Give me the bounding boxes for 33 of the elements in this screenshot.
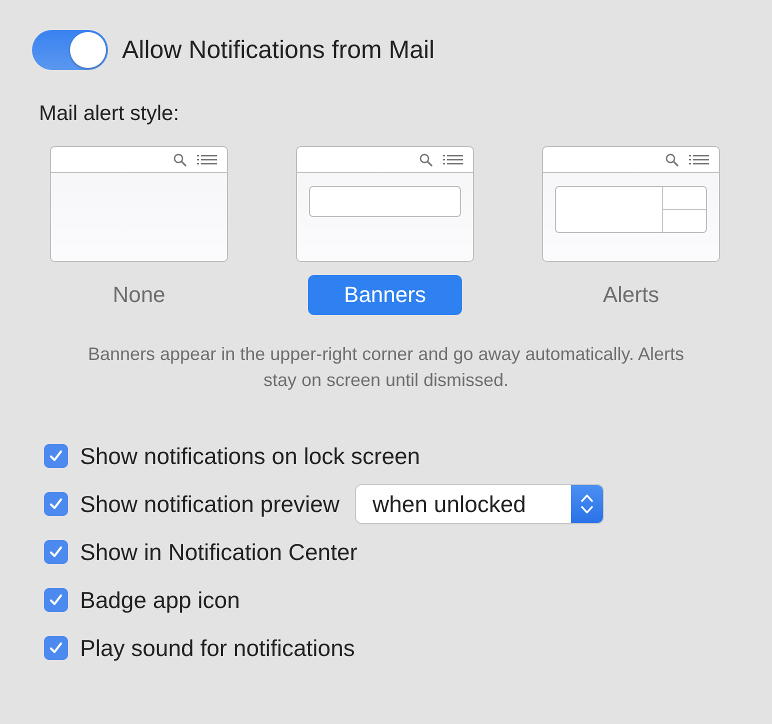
alert-style-label: Mail alert style:	[39, 102, 180, 126]
checkbox[interactable]	[44, 444, 68, 468]
checkbox-label: Show notification preview	[80, 490, 340, 518]
checkbox-label: Show in Notification Center	[80, 538, 358, 566]
list-icon	[689, 154, 709, 166]
list-icon	[197, 154, 217, 166]
checkmark-icon	[48, 544, 64, 560]
checkmark-icon	[48, 640, 64, 656]
search-icon	[173, 152, 187, 166]
style-preview[interactable]	[542, 146, 720, 262]
toggle-label: Allow Notifications from Mail	[122, 36, 435, 64]
style-preview[interactable]	[296, 146, 474, 262]
search-icon	[419, 152, 433, 166]
style-option[interactable]: Alerts	[578, 275, 684, 315]
search-icon	[665, 152, 679, 166]
checkbox[interactable]	[44, 492, 68, 516]
checkbox-label: Play sound for notifications	[80, 634, 355, 662]
preview-popup[interactable]: when unlocked	[356, 485, 603, 523]
checkbox-label: Badge app icon	[80, 586, 240, 614]
list-icon	[443, 154, 463, 166]
checkmark-icon	[48, 592, 64, 608]
stepper-icon	[570, 485, 603, 523]
checkmark-icon	[48, 496, 64, 512]
checkbox-label: Show notifications on lock screen	[80, 442, 420, 470]
style-preview[interactable]	[50, 146, 228, 262]
style-description: Banners appear in the upper-right corner and go away automatically. Alerts stay on screen until dismissed.	[86, 343, 685, 392]
style-option[interactable]: None	[88, 275, 190, 315]
checkbox[interactable]	[44, 540, 68, 564]
toggle-switch[interactable]	[32, 30, 108, 70]
checkbox[interactable]	[44, 636, 68, 660]
checkbox[interactable]	[44, 588, 68, 612]
checkmark-icon	[48, 448, 64, 464]
style-option[interactable]: Banners	[308, 275, 462, 315]
